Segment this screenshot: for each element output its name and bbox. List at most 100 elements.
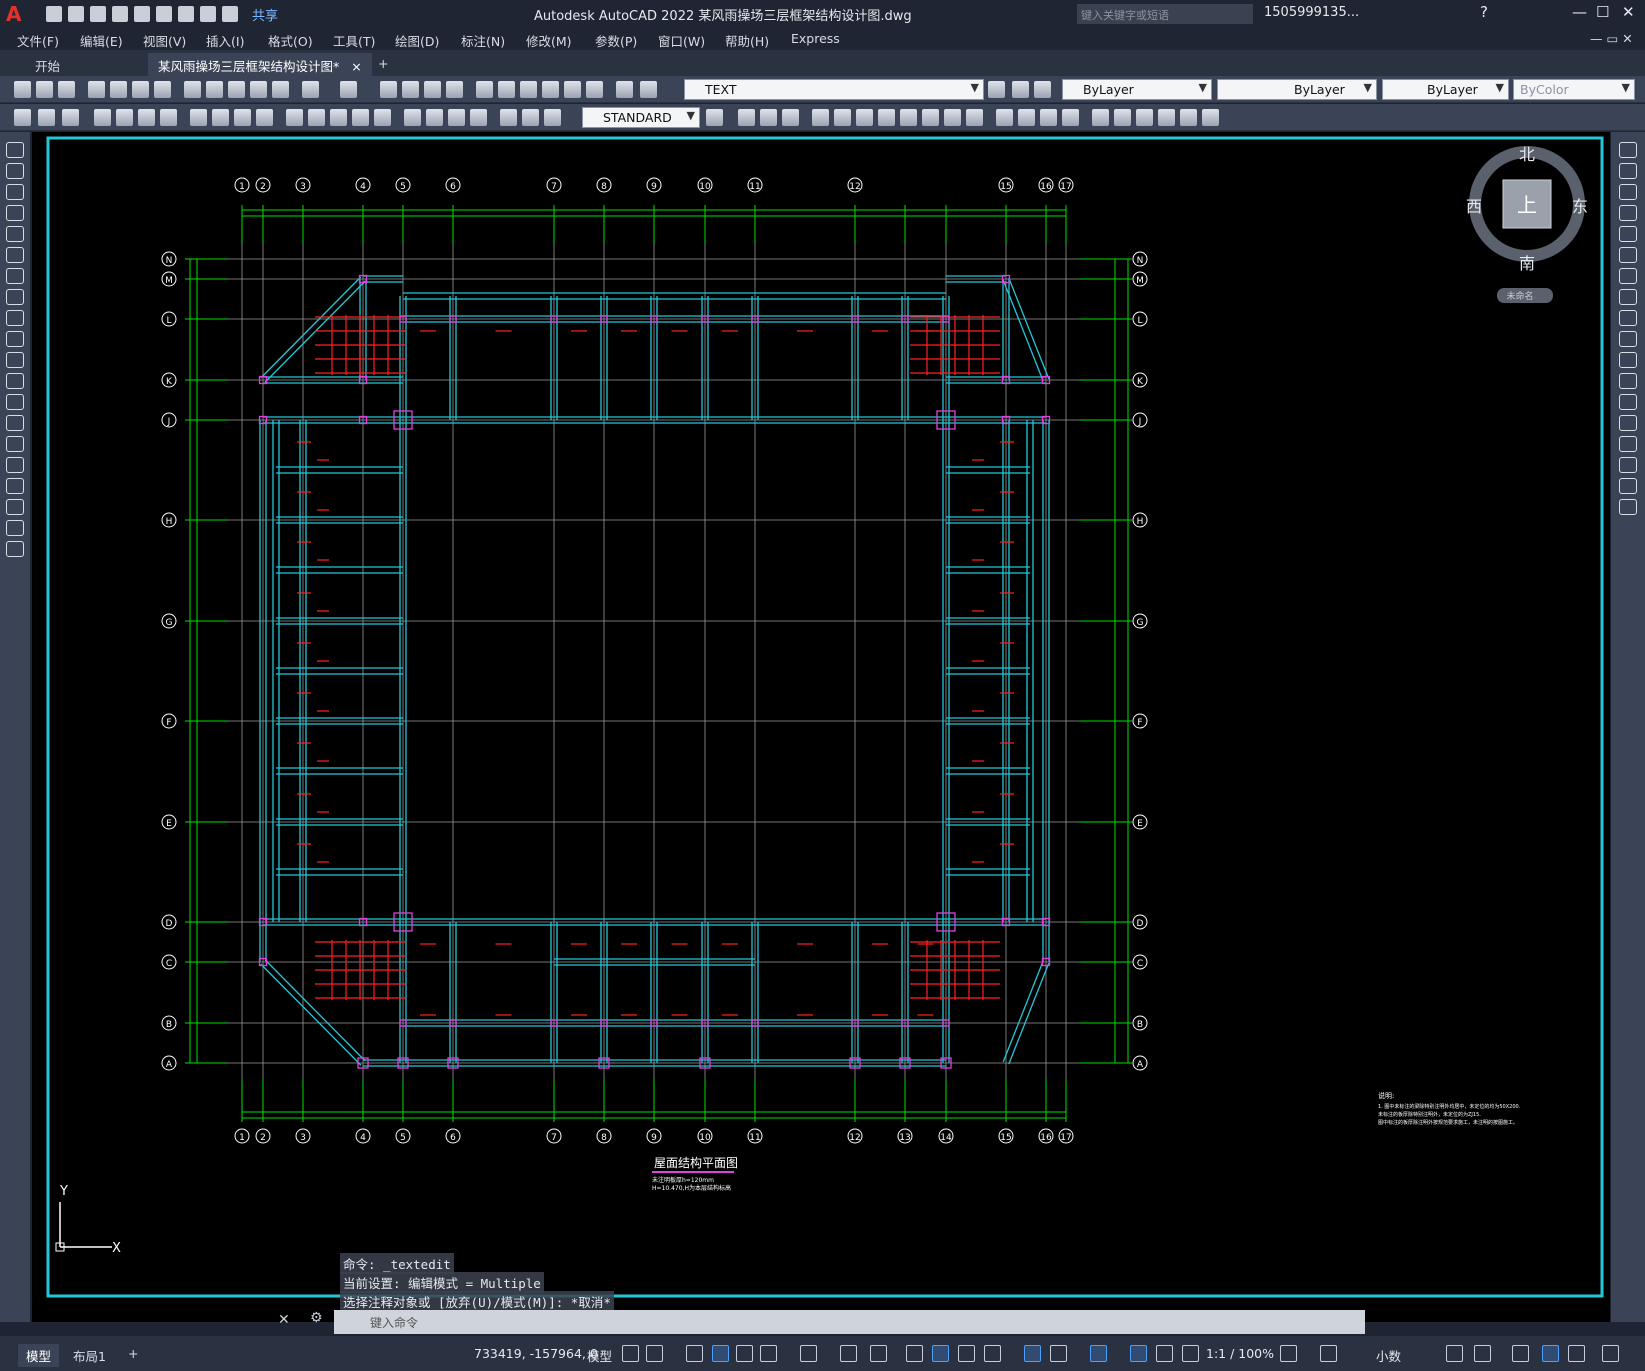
coordinates-readout[interactable]: 733419, -157964, 0 xyxy=(474,1346,598,1361)
draw-tool-icon[interactable] xyxy=(6,142,24,158)
zoom-previous-icon[interactable] xyxy=(446,81,463,98)
hardware-acceleration-icon[interactable] xyxy=(1542,1345,1559,1362)
menu-help[interactable]: 帮助(H) xyxy=(725,31,769,50)
grid-icon[interactable] xyxy=(622,1345,639,1362)
viewcube[interactable]: 上 北 南 东 西 未命名 xyxy=(1466,145,1588,303)
3d-osnap-icon[interactable] xyxy=(984,1345,1001,1362)
dim-edit-icon[interactable] xyxy=(500,109,517,126)
diameter-dim-icon[interactable] xyxy=(234,109,251,126)
menu-tools[interactable]: 工具(T) xyxy=(333,31,375,50)
undo-icon[interactable] xyxy=(200,6,216,22)
selection-filter-icon[interactable] xyxy=(1050,1345,1067,1362)
copy-icon[interactable] xyxy=(206,81,223,98)
autocad-logo-icon[interactable]: A xyxy=(6,3,28,25)
qnew-icon[interactable] xyxy=(14,81,31,98)
viewcube-east[interactable]: 东 xyxy=(1572,197,1588,216)
help-icon[interactable]: ? xyxy=(1480,3,1488,21)
modify-tool-icon[interactable] xyxy=(1619,373,1637,389)
tool-icon[interactable] xyxy=(760,109,777,126)
object-snap-icon[interactable] xyxy=(870,1345,887,1362)
tool-icon[interactable] xyxy=(738,109,755,126)
units-dropdown[interactable]: 小数 xyxy=(1376,1346,1401,1365)
viewcube-face[interactable]: 上 xyxy=(1517,193,1537,217)
draw-tool-icon[interactable] xyxy=(6,247,24,263)
modify-tool-icon[interactable] xyxy=(1619,394,1637,410)
dim-update-icon[interactable] xyxy=(544,109,561,126)
tool-icon[interactable] xyxy=(1018,109,1035,126)
redo-icon[interactable] xyxy=(340,81,357,98)
command-close-icon[interactable]: ✕ xyxy=(278,1312,290,1328)
tab-start[interactable]: 开始 xyxy=(25,53,70,76)
tab-close-icon[interactable]: × xyxy=(351,59,361,74)
dynamic-input-icon[interactable] xyxy=(712,1345,729,1362)
layer-previous-icon[interactable] xyxy=(1012,81,1029,98)
ortho-icon[interactable] xyxy=(736,1345,753,1362)
tool-icon[interactable] xyxy=(834,109,851,126)
zoom-window-icon[interactable] xyxy=(424,81,441,98)
modify-tool-icon[interactable] xyxy=(1619,499,1637,515)
workspace-gear-icon[interactable] xyxy=(1280,1345,1297,1362)
annotation-monitor-icon[interactable] xyxy=(1320,1345,1337,1362)
modify-tool-icon[interactable] xyxy=(1619,331,1637,347)
dim-break-icon[interactable] xyxy=(374,109,391,126)
polar-icon[interactable] xyxy=(760,1345,777,1362)
snap-icon[interactable] xyxy=(646,1345,663,1362)
radius-dim-icon[interactable] xyxy=(190,109,207,126)
ordinate-dim-icon[interactable] xyxy=(160,109,177,126)
tool-icon[interactable] xyxy=(38,109,55,126)
maximize-icon[interactable]: ☐ xyxy=(1596,3,1609,21)
make-current-layer-icon[interactable] xyxy=(988,81,1005,98)
draw-tool-icon[interactable] xyxy=(6,541,24,557)
tool-palettes-icon[interactable] xyxy=(520,81,537,98)
tool-icon[interactable] xyxy=(878,109,895,126)
menu-modify[interactable]: 修改(M) xyxy=(526,31,572,50)
tool-icon[interactable] xyxy=(1114,109,1131,126)
center-mark-icon[interactable] xyxy=(426,109,443,126)
draw-tool-icon[interactable] xyxy=(6,478,24,494)
draw-tool-icon[interactable] xyxy=(6,352,24,368)
lineweight-dropdown[interactable]: ByLayer ▼ xyxy=(1382,79,1509,100)
tool-icon[interactable] xyxy=(1092,109,1109,126)
menu-draw[interactable]: 绘图(D) xyxy=(395,31,439,50)
open-icon[interactable] xyxy=(36,81,53,98)
lineweight-icon[interactable] xyxy=(906,1345,923,1362)
design-center-icon[interactable] xyxy=(498,81,515,98)
save-icon[interactable] xyxy=(90,6,106,22)
layer-properties-icon[interactable] xyxy=(640,81,657,98)
color-dropdown[interactable]: ByLayer ▼ xyxy=(1062,79,1212,100)
draw-tool-icon[interactable] xyxy=(6,205,24,221)
draw-tool-icon[interactable] xyxy=(6,268,24,284)
pan-icon[interactable] xyxy=(380,81,397,98)
properties-icon[interactable] xyxy=(476,81,493,98)
draw-tool-icon[interactable] xyxy=(6,436,24,452)
viewcube-west[interactable]: 西 xyxy=(1466,197,1482,216)
3d-print-icon[interactable] xyxy=(154,81,171,98)
publish-icon[interactable] xyxy=(132,81,149,98)
annotation-scale-icon[interactable] xyxy=(1182,1345,1199,1362)
draw-tool-icon[interactable] xyxy=(6,163,24,179)
modify-tool-icon[interactable] xyxy=(1619,478,1637,494)
add-layout-button[interactable]: + xyxy=(120,1344,146,1363)
close-icon[interactable]: ✕ xyxy=(1622,3,1635,21)
block-editor-icon[interactable] xyxy=(272,81,289,98)
search-input[interactable]: 键入关键字或短语 xyxy=(1077,4,1253,24)
modify-tool-icon[interactable] xyxy=(1619,415,1637,431)
markup-icon[interactable] xyxy=(564,81,581,98)
model-space-button[interactable]: 模型 xyxy=(587,1346,612,1365)
modify-tool-icon[interactable] xyxy=(1619,163,1637,179)
tool-icon[interactable] xyxy=(782,109,799,126)
tab-drawing[interactable]: 某风雨操场三层框架结构设计图* × xyxy=(148,53,372,76)
tab-model[interactable]: 模型 xyxy=(18,1344,60,1367)
menu-express[interactable]: Express xyxy=(791,31,840,46)
modify-tool-icon[interactable] xyxy=(1619,352,1637,368)
new-file-icon[interactable] xyxy=(46,6,62,22)
plot-icon[interactable] xyxy=(88,81,105,98)
save-web-icon[interactable] xyxy=(156,6,172,22)
tool-icon[interactable] xyxy=(856,109,873,126)
tool-icon[interactable] xyxy=(922,109,939,126)
viewcube-south[interactable]: 南 xyxy=(1519,254,1535,273)
save-icon[interactable] xyxy=(58,81,75,98)
share-button[interactable]: 共享 xyxy=(252,5,278,24)
tool-icon[interactable] xyxy=(1040,109,1057,126)
menu-format[interactable]: 格式(O) xyxy=(268,31,313,50)
